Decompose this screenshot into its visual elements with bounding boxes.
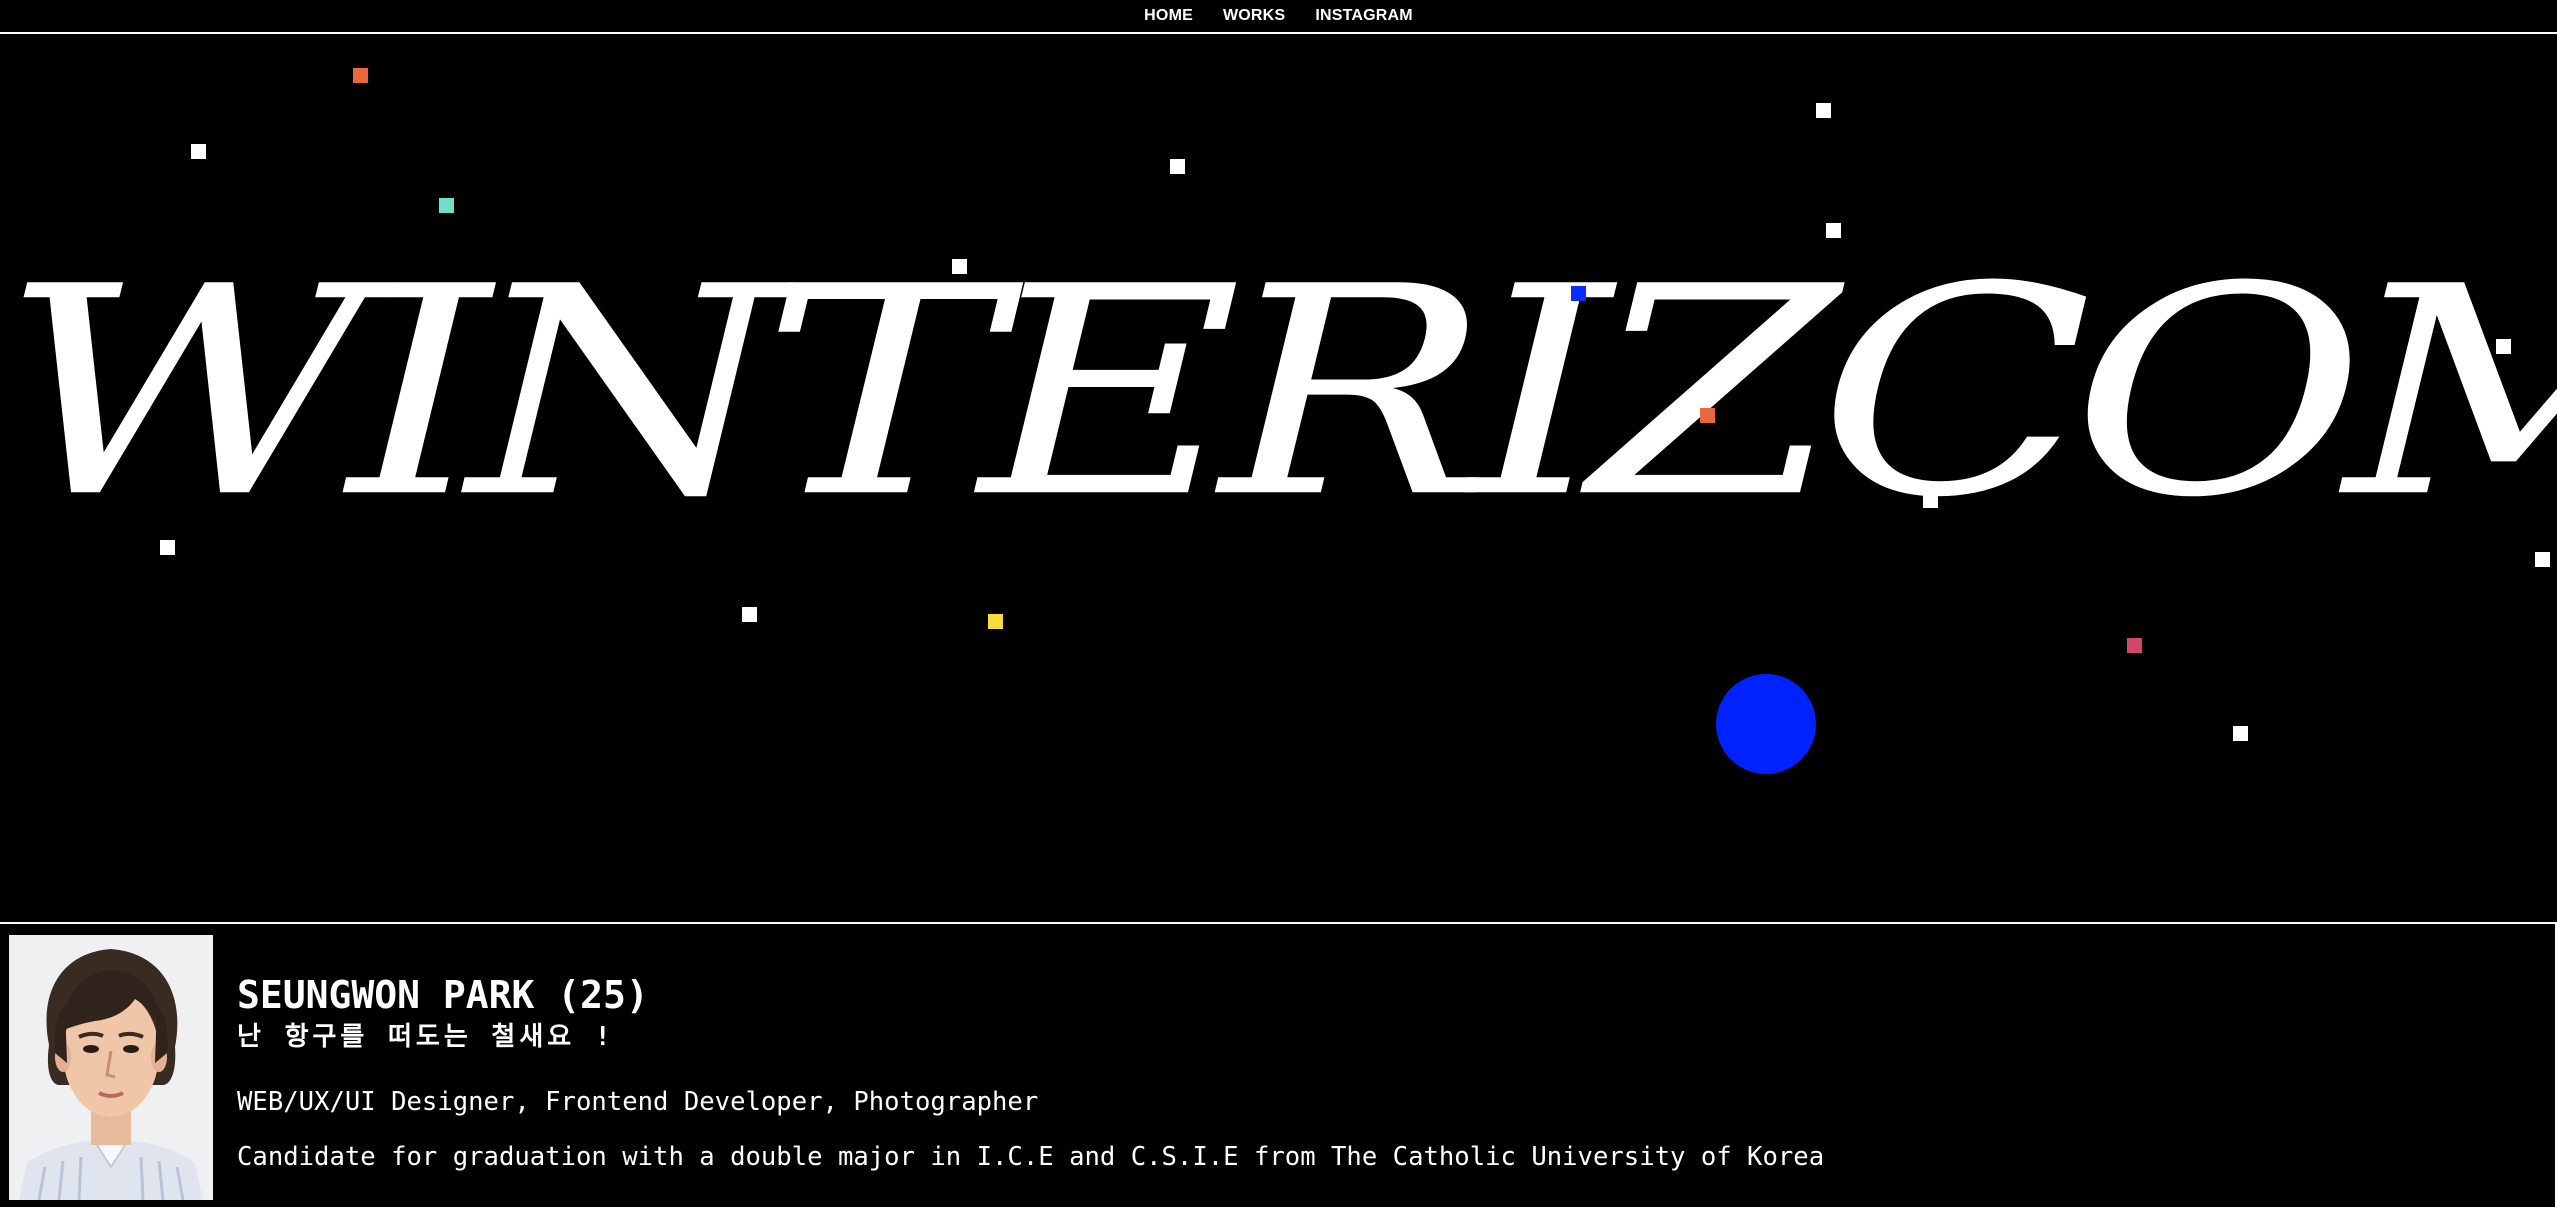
snow-particle	[952, 259, 967, 274]
snow-particle	[2127, 638, 2142, 653]
nav-link-instagram[interactable]: INSTAGRAM	[1315, 7, 1413, 25]
profile-roles: WEB/UX/UI Designer, Frontend Developer, …	[237, 1087, 1039, 1117]
nav-link-works[interactable]: WORKS	[1223, 7, 1285, 25]
snow-particle	[1826, 223, 1841, 238]
profile-tagline: 난 항구를 떠도는 철새요 !	[237, 1022, 615, 1052]
profile-name: SEUNGWON PARK (25)	[237, 973, 649, 1017]
hero-section: WINTERIZCOMING_	[0, 34, 2557, 922]
hero-title: WINTERIZCOMING_	[0, 225, 2557, 561]
snow-particle	[1170, 159, 1185, 174]
nav-link-home[interactable]: HOME	[1144, 7, 1193, 25]
top-navigation: HOME WORKS INSTAGRAM	[0, 0, 2557, 34]
blue-orb	[1716, 674, 1816, 774]
snow-particle	[1816, 103, 1831, 118]
profile-education: Candidate for graduation with a double m…	[237, 1142, 1825, 1172]
snow-particle	[191, 144, 206, 159]
snow-particle	[353, 68, 368, 83]
snow-particle	[439, 198, 454, 213]
snow-particle	[988, 614, 1003, 629]
snow-particle	[742, 607, 757, 622]
snow-particle	[2535, 552, 2550, 567]
snow-particle	[160, 540, 175, 555]
snow-particle	[1923, 493, 1938, 508]
profile-avatar	[9, 935, 213, 1200]
snow-particle	[1571, 286, 1586, 301]
snow-particle	[2233, 726, 2248, 741]
snow-particle	[2496, 339, 2511, 354]
snow-particle	[1700, 408, 1715, 423]
profile-section: SEUNGWON PARK (25) 난 항구를 떠도는 철새요 ! WEB/U…	[0, 922, 2557, 1207]
